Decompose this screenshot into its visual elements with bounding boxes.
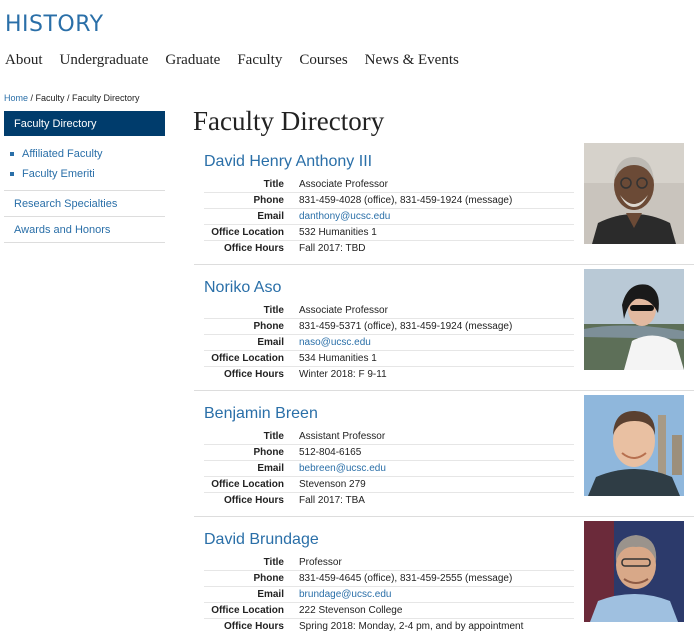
email-link[interactable]: bebreen@ucsc.edu [299,461,386,476]
detail-row-office: Office Location Stevenson 279 [204,477,574,493]
detail-value: Associate Professor [299,305,388,316]
detail-label: Title [263,179,284,190]
detail-label: Office Hours [223,621,284,632]
sidebar-item-affiliated-faculty[interactable]: Affiliated Faculty [4,144,165,164]
detail-value: Professor [299,557,342,568]
detail-value: Fall 2017: TBD [299,243,366,254]
detail-row-email: Email danthony@ucsc.edu [204,209,574,225]
nav-undergraduate[interactable]: Undergraduate [60,52,149,69]
detail-label: Title [263,431,284,442]
faculty-details: Title Professor Phone 831-459-4645 (office… [204,555,574,635]
faculty-photo[interactable] [584,269,684,370]
sidebar-item-faculty-emeriti[interactable]: Faculty Emeriti [4,164,165,184]
detail-row-phone: Phone 512-804-6165 [204,445,574,461]
detail-value: 222 Stevenson College [299,605,403,616]
faculty-name-link[interactable]: Noriko Aso [204,279,281,297]
detail-value: Stevenson 279 [299,479,366,490]
breadcrumb: Home / Faculty / Faculty Directory [4,93,140,103]
nav-news-events[interactable]: News & Events [365,52,459,69]
breadcrumb-trail: / Faculty / Faculty Directory [28,93,140,103]
bullet-icon [10,152,14,156]
faculty-details: Title Associate Professor Phone 831-459-40… [204,177,574,257]
detail-row-hours: Office Hours Spring 2018: Monday, 2-4 pm,… [204,619,574,635]
detail-label: Office Location [211,227,284,238]
detail-row-office: Office Location 534 Humanities 1 [204,351,574,367]
faculty-name-link[interactable]: Benjamin Breen [204,405,318,423]
detail-row-hours: Office Hours Fall 2017: TBA [204,493,574,509]
sidebar-item-research-specialties[interactable]: Research Specialties [4,191,165,217]
email-link[interactable]: brundage@ucsc.edu [299,587,391,602]
detail-label: Phone [253,573,284,584]
detail-value: 831-459-5371 (office), 831-459-1924 (mes… [299,321,513,332]
detail-value: Winter 2018: F 9-11 [299,369,387,380]
detail-value: Associate Professor [299,179,388,190]
sidebar-subnav: Affiliated Faculty Faculty Emeriti [4,136,165,191]
faculty-details: Title Assistant Professor Phone 512-804-61… [204,429,574,509]
faculty-photo[interactable] [584,143,684,244]
faculty-name-link[interactable]: David Henry Anthony III [204,153,372,171]
faculty-entry: Noriko Aso Title Associate Professor Phon… [194,269,694,391]
detail-row-email: Email naso@ucsc.edu [204,335,574,351]
faculty-entry: David Brundage Title Professor Phone 831-4… [194,521,694,640]
detail-row-phone: Phone 831-459-4028 (office), 831-459-1924… [204,193,574,209]
detail-label: Email [257,463,284,474]
detail-row-title: Title Associate Professor [204,303,574,319]
detail-label: Office Hours [223,495,284,506]
detail-label: Office Hours [223,243,284,254]
detail-label: Office Hours [223,369,284,380]
detail-value: Assistant Professor [299,431,386,442]
detail-label: Email [257,337,284,348]
detail-row-office: Office Location 532 Humanities 1 [204,225,574,241]
detail-row-title: Title Professor [204,555,574,571]
faculty-photo[interactable] [584,395,684,496]
faculty-entry: Benjamin Breen Title Assistant Professor … [194,395,694,517]
detail-label: Phone [253,321,284,332]
detail-label: Email [257,211,284,222]
sidebar-item-awards-honors[interactable]: Awards and Honors [4,217,165,243]
email-link[interactable]: naso@ucsc.edu [299,335,371,350]
detail-label: Office Location [211,479,284,490]
detail-row-hours: Office Hours Winter 2018: F 9-11 [204,367,574,383]
sidebar-item-faculty-directory[interactable]: Faculty Directory [4,111,165,136]
nav-graduate[interactable]: Graduate [165,52,220,69]
page-title: Faculty Directory [193,106,385,136]
faculty-name-link[interactable]: David Brundage [204,531,319,549]
breadcrumb-home[interactable]: Home [4,93,28,103]
detail-row-phone: Phone 831-459-5371 (office), 831-459-1924… [204,319,574,335]
faculty-details: Title Associate Professor Phone 831-459-53… [204,303,574,383]
detail-value: 831-459-4028 (office), 831-459-1924 (mes… [299,195,513,206]
detail-row-title: Title Assistant Professor [204,429,574,445]
nav-courses[interactable]: Courses [299,52,347,69]
detail-value: Fall 2017: TBA [299,495,365,506]
detail-row-email: Email bebreen@ucsc.edu [204,461,574,477]
sidebar-item-label: Affiliated Faculty [22,148,103,160]
detail-value: 532 Humanities 1 [299,227,377,238]
detail-label: Email [257,589,284,600]
faculty-photo[interactable] [584,521,684,622]
main-nav: About Undergraduate Graduate Faculty Cou… [5,52,476,69]
detail-label: Title [263,557,284,568]
detail-label: Office Location [211,353,284,364]
detail-label: Phone [253,447,284,458]
detail-value: Spring 2018: Monday, 2-4 pm, and by appo… [299,621,524,632]
detail-label: Phone [253,195,284,206]
detail-value: 512-804-6165 [299,447,362,458]
sidebar-item-label: Faculty Emeriti [22,168,95,180]
detail-value: 534 Humanities 1 [299,353,377,364]
email-link[interactable]: danthony@ucsc.edu [299,209,390,224]
site-title[interactable]: HISTORY [5,12,104,37]
detail-row-title: Title Associate Professor [204,177,574,193]
nav-faculty[interactable]: Faculty [237,52,282,69]
detail-value: 831-459-4645 (office), 831-459-2555 (mes… [299,573,513,584]
detail-label: Title [263,305,284,316]
nav-about[interactable]: About [5,52,43,69]
detail-label: Office Location [211,605,284,616]
detail-row-phone: Phone 831-459-4645 (office), 831-459-2555… [204,571,574,587]
faculty-entry: David Henry Anthony III Title Associate P… [194,143,694,265]
detail-row-hours: Office Hours Fall 2017: TBD [204,241,574,257]
detail-row-email: Email brundage@ucsc.edu [204,587,574,603]
detail-row-office: Office Location 222 Stevenson College [204,603,574,619]
bullet-icon [10,172,14,176]
sidebar: Faculty Directory Affiliated Faculty Fac… [4,111,165,243]
